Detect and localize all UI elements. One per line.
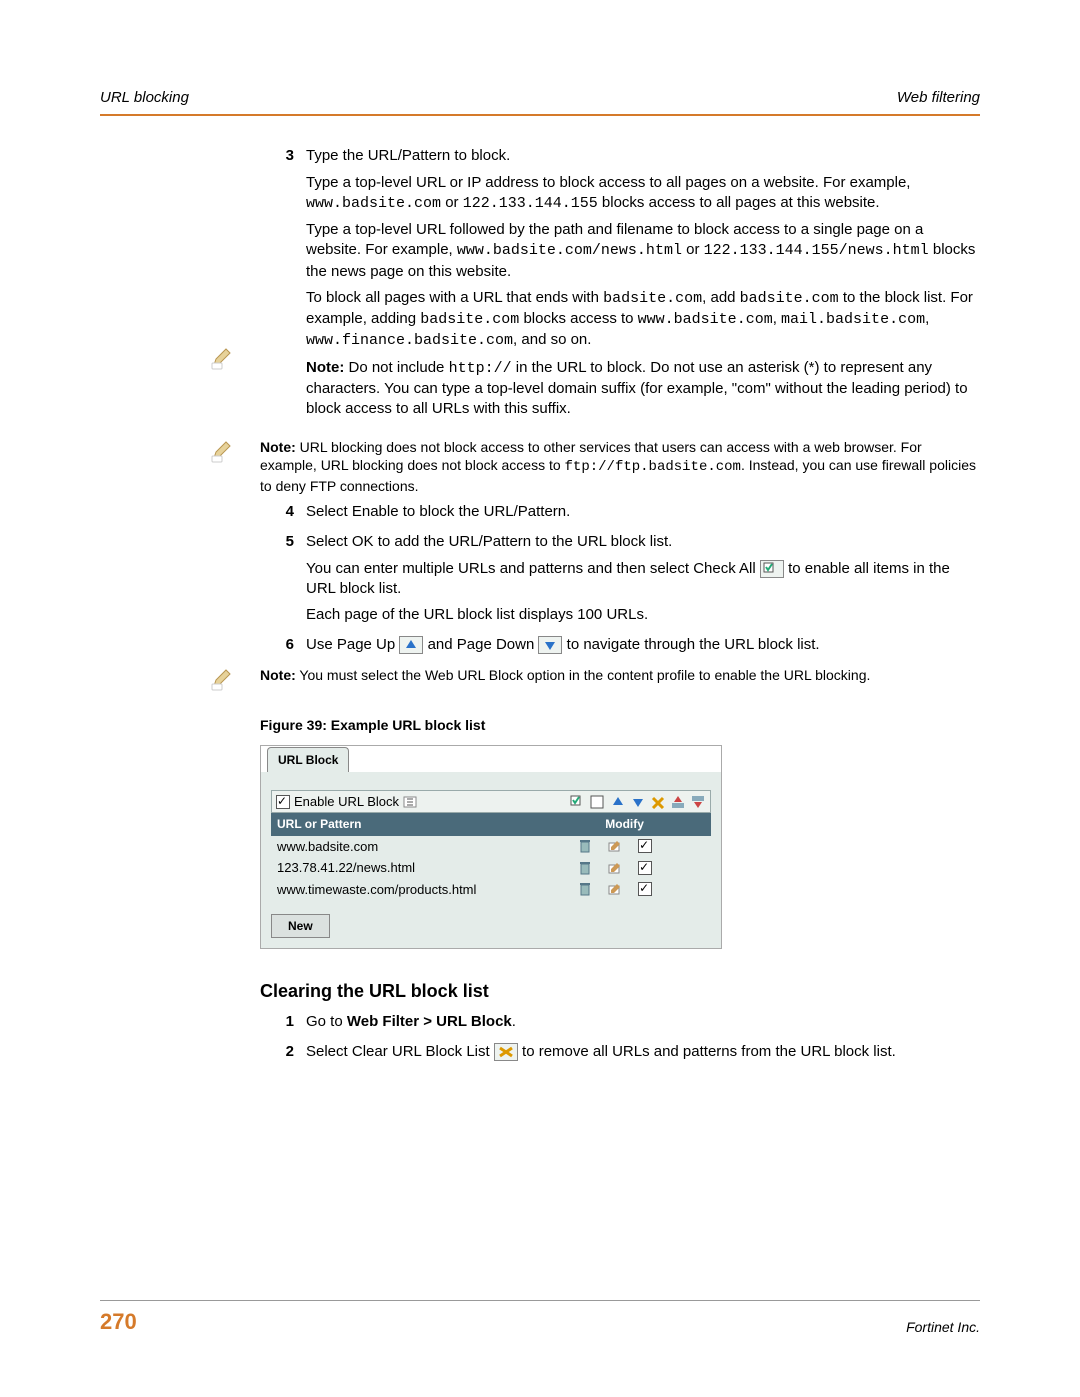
delete-icon[interactable] xyxy=(578,839,594,853)
enable-url-block-label: Enable URL Block xyxy=(294,793,399,811)
new-button[interactable]: New xyxy=(271,914,330,938)
step-3-number: 3 xyxy=(260,146,306,425)
footer-company: Fortinet Inc. xyxy=(906,1318,980,1337)
clear-step-2-text: Select Clear URL Block List to remove al… xyxy=(306,1042,980,1062)
uncheck-all-icon[interactable] xyxy=(590,795,606,809)
col-modify: Modify xyxy=(538,813,711,835)
note-pencil-icon xyxy=(210,438,260,470)
note-pencil-icon xyxy=(210,666,260,698)
step-6-number: 6 xyxy=(260,635,306,661)
row-enable-checkbox[interactable] xyxy=(638,839,652,853)
edit-icon[interactable] xyxy=(608,882,624,896)
step-3-line-2: Type a top-level URL or IP address to bl… xyxy=(306,173,980,215)
clear-step-1-number: 1 xyxy=(260,1012,306,1038)
step-3-note-2: Note: URL blocking does not block access… xyxy=(260,438,980,497)
step-3-line-1: Type the URL/Pattern to block. xyxy=(306,146,980,166)
tab-url-block[interactable]: URL Block xyxy=(267,747,349,772)
header-left: URL blocking xyxy=(100,88,189,108)
check-all-icon[interactable] xyxy=(570,795,586,809)
row-enable-checkbox[interactable] xyxy=(638,861,652,875)
download-icon[interactable] xyxy=(690,795,706,809)
delete-icon[interactable] xyxy=(578,861,594,875)
edit-icon[interactable] xyxy=(608,861,624,875)
row-enable-checkbox[interactable] xyxy=(638,882,652,896)
step-4-number: 4 xyxy=(260,502,306,528)
page-down-icon xyxy=(538,636,562,654)
table-row: www.badsite.com xyxy=(271,836,711,858)
delete-icon[interactable] xyxy=(578,882,594,896)
step-3-line-4: To block all pages with a URL that ends … xyxy=(306,288,980,352)
page-up-icon[interactable] xyxy=(610,795,626,809)
url-block-panel: URL Block Enable URL Block xyxy=(260,745,722,950)
clear-step-2-number: 2 xyxy=(260,1042,306,1068)
figure-caption: Figure 39: Example URL block list xyxy=(260,716,980,735)
page-up-icon xyxy=(399,636,423,654)
note-pencil-icon xyxy=(210,345,260,377)
step-5-line-2: You can enter multiple URLs and patterns… xyxy=(306,559,980,600)
header-right: Web filtering xyxy=(897,88,980,108)
table-row: 123.78.41.22/news.html xyxy=(271,857,711,879)
step-3-line-3: Type a top-level URL followed by the pat… xyxy=(306,220,980,282)
step-4-text: Select Enable to block the URL/Pattern. xyxy=(306,502,980,522)
edit-list-icon[interactable] xyxy=(403,795,419,809)
clear-step-1-text: Go to Web Filter > URL Block. xyxy=(306,1012,980,1032)
step-3-note-1: Note: Do not include http:// in the URL … xyxy=(306,358,980,420)
table-row: www.timewaste.com/products.html xyxy=(271,879,711,901)
step-6-note: Note: You must select the Web URL Block … xyxy=(260,666,980,685)
step-6-text: Use Page Up and Page Down to navigate th… xyxy=(306,635,980,655)
check-all-icon xyxy=(760,560,784,578)
upload-icon[interactable] xyxy=(670,795,686,809)
clear-list-icon xyxy=(494,1043,518,1061)
edit-icon[interactable] xyxy=(608,839,624,853)
col-url-pattern: URL or Pattern xyxy=(271,813,538,835)
page-number: 270 xyxy=(100,1307,137,1337)
section-clearing-title: Clearing the URL block list xyxy=(260,979,980,1003)
step-5-line-3: Each page of the URL block list displays… xyxy=(306,605,980,625)
clear-list-icon[interactable] xyxy=(650,795,666,809)
enable-url-block-checkbox[interactable] xyxy=(276,795,290,809)
step-5-number: 5 xyxy=(260,532,306,631)
step-5-line-1: Select OK to add the URL/Pattern to the … xyxy=(306,532,980,552)
page-down-icon[interactable] xyxy=(630,795,646,809)
